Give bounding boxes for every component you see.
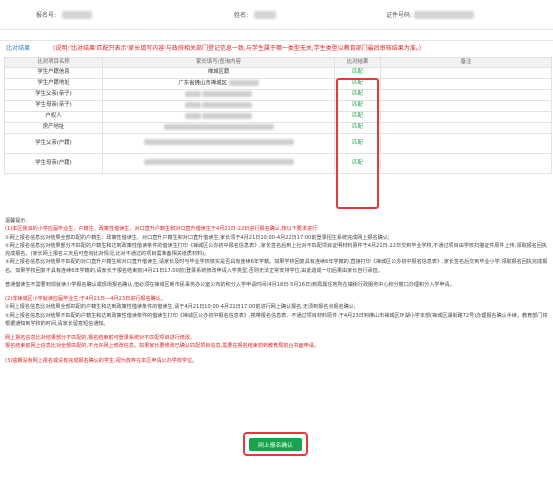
row-result: 匹配: [334, 133, 381, 154]
row-item: 学生父亲(户籍): [4, 133, 103, 154]
table-row: 学生父亲(户籍) 匹配: [4, 133, 552, 154]
reg-no-value-redacted: [62, 11, 92, 19]
redacted-value: [143, 139, 294, 146]
table-header-row: 比对项目名称 家长填写/查询内容 比对结果 备注: [4, 57, 552, 68]
row-remark: [380, 67, 552, 79]
table-row: 学生父亲(亲子) 匹配: [4, 89, 552, 101]
notes-section2: 普通借读生不需要到现就读小学报名确认或现场报名确认,但必须在禅城区新市民事务办公…: [5, 281, 455, 288]
redacted-value: [184, 90, 201, 97]
redacted-value: [184, 112, 201, 119]
row-remark: [380, 89, 552, 101]
row-remark: [380, 153, 552, 174]
notes-section1-item2: ②网上报名信息比对结果部分不匹配的户籍生和达到政策性借读条件的借读生打印《禅城区…: [5, 242, 547, 257]
row-remark: [380, 133, 552, 154]
name-label: 姓名:: [234, 12, 249, 19]
row-item: 房产地址: [4, 122, 103, 134]
redacted-value: [202, 101, 253, 108]
row-result: 匹配: [334, 100, 381, 112]
row-result: 匹配: [334, 67, 381, 79]
result-header: 比对结果 (说明:'比对结果'匹配只表示'家长填写内容'与政府相关部门登记信息一…: [0, 40, 553, 54]
row-item: 学生户籍信息: [4, 67, 103, 79]
notes-section1-title: (1)本区我派的小学应届毕业生、户籍生、政策性借读生、对口直升户籍生和对口直升借…: [5, 226, 319, 233]
redacted-value: [202, 90, 253, 97]
notes-section3-title: (2)非禅城区小学就读应届毕业生:于4月21日—4月23日进行报名确认。: [5, 296, 166, 302]
header-content: 家长填写/查询内容: [102, 57, 335, 68]
row-result: 匹配: [334, 153, 381, 174]
notes-section3-item2: ②网上报名信息比对结果不匹配的户籍生和达到政策性借读条件的借读生打印《禅城区公办…: [5, 312, 548, 327]
result-note: (说明:'比对结果'匹配只表示'家长填写内容'与政府相关部门登记信息一致,与学生…: [53, 45, 422, 52]
row-value: [102, 122, 335, 134]
online-registration-confirm-button[interactable]: 网上报名确认: [249, 438, 302, 451]
table-row: 房产地址 匹配: [4, 122, 552, 134]
notes-heading: 温馨提示:: [5, 218, 28, 224]
row-remark: [380, 122, 552, 134]
applicant-info-row: 报名号: 姓名: 证件号码:: [0, 0, 553, 30]
row-remark: [380, 100, 552, 112]
row-result: 匹配: [334, 89, 381, 101]
row-result: 匹配: [334, 122, 381, 134]
row-remark: [380, 78, 552, 90]
row-value: 广东省佛山市禅城区: [102, 78, 335, 90]
table-row: 学生母亲(亲子) 匹配: [4, 100, 552, 112]
notes-section1-item3: ③网上报名信息比对结果不匹配的对口直升户籍生和对口直升借读生,请家长及时与毕业学…: [5, 259, 548, 274]
notes-warning1: 网上报名信息比对结果部分不匹配的,报名结束前可登录系统对不匹配项目进行修改。: [5, 335, 196, 341]
notes-warning2: 报名结束前网上信息比对全部匹配的,不允许网上修改信息。如果家长要修改已确认匹配项…: [5, 343, 319, 350]
name-value-redacted: [254, 11, 276, 19]
row-item: 学生母亲(户籍): [4, 153, 103, 174]
row-value: [102, 133, 335, 154]
redacted-value: [184, 101, 201, 108]
row-value: 禅城区籍: [102, 67, 335, 79]
notes-section: 温馨提示: (1)本区我派的小学应届毕业生、户籍生、政策性借读生、对口直升户籍生…: [5, 217, 548, 365]
id-value-redacted: [414, 11, 474, 19]
notes-section4: (3)逾期没有网上报名或没有完成报名确认的学生,视为放弃在本区申请公办学校学位。: [5, 357, 198, 364]
notes-section3-item1: ①网上报名信息比对结果全部匹配的户籍生和达到政策性借读条件的借读生,请于4月21…: [5, 304, 356, 311]
row-value-text: 广东省佛山市禅城区: [178, 80, 227, 87]
row-result: 匹配: [334, 78, 381, 90]
row-value: [102, 89, 335, 101]
id-label: 证件号码:: [386, 12, 413, 19]
redacted-value: [202, 112, 253, 119]
redacted-value: [143, 159, 294, 166]
header-result: 比对结果: [334, 57, 381, 68]
row-item: 学生户籍地址: [4, 78, 103, 90]
row-value: [102, 153, 335, 174]
redacted-value: [228, 79, 259, 86]
reg-no-label: 报名号:: [36, 12, 57, 19]
redacted-value: [163, 123, 274, 130]
result-title: 比对结果: [6, 45, 31, 52]
row-value: [102, 111, 335, 123]
comparison-table: 比对项目名称 家长填写/查询内容 比对结果 备注 学生户籍信息 禅城区籍 匹配 …: [4, 57, 552, 174]
row-item: 户权人: [4, 111, 103, 123]
header-remark: 备注: [380, 57, 552, 68]
row-item: 学生母亲(亲子): [4, 100, 103, 112]
table-row: 户权人 匹配: [4, 111, 552, 123]
row-value: [102, 100, 335, 112]
notes-section1-item1: ①网上报名信息比对结果全部匹配的户籍生、政策性借读生、对口直升户籍生和对口直升借…: [5, 234, 390, 241]
table-row: 学生户籍信息 禅城区籍 匹配: [4, 67, 552, 79]
row-item: 学生父亲(亲子): [4, 89, 103, 101]
table-row: 学生户籍地址 广东省佛山市禅城区 匹配: [4, 78, 552, 90]
table-row: 学生母亲(户籍) 匹配: [4, 153, 552, 174]
submit-highlight-box: 网上报名确认: [243, 432, 308, 456]
row-result: 匹配: [334, 111, 381, 123]
row-remark: [380, 111, 552, 123]
header-item: 比对项目名称: [4, 57, 103, 68]
